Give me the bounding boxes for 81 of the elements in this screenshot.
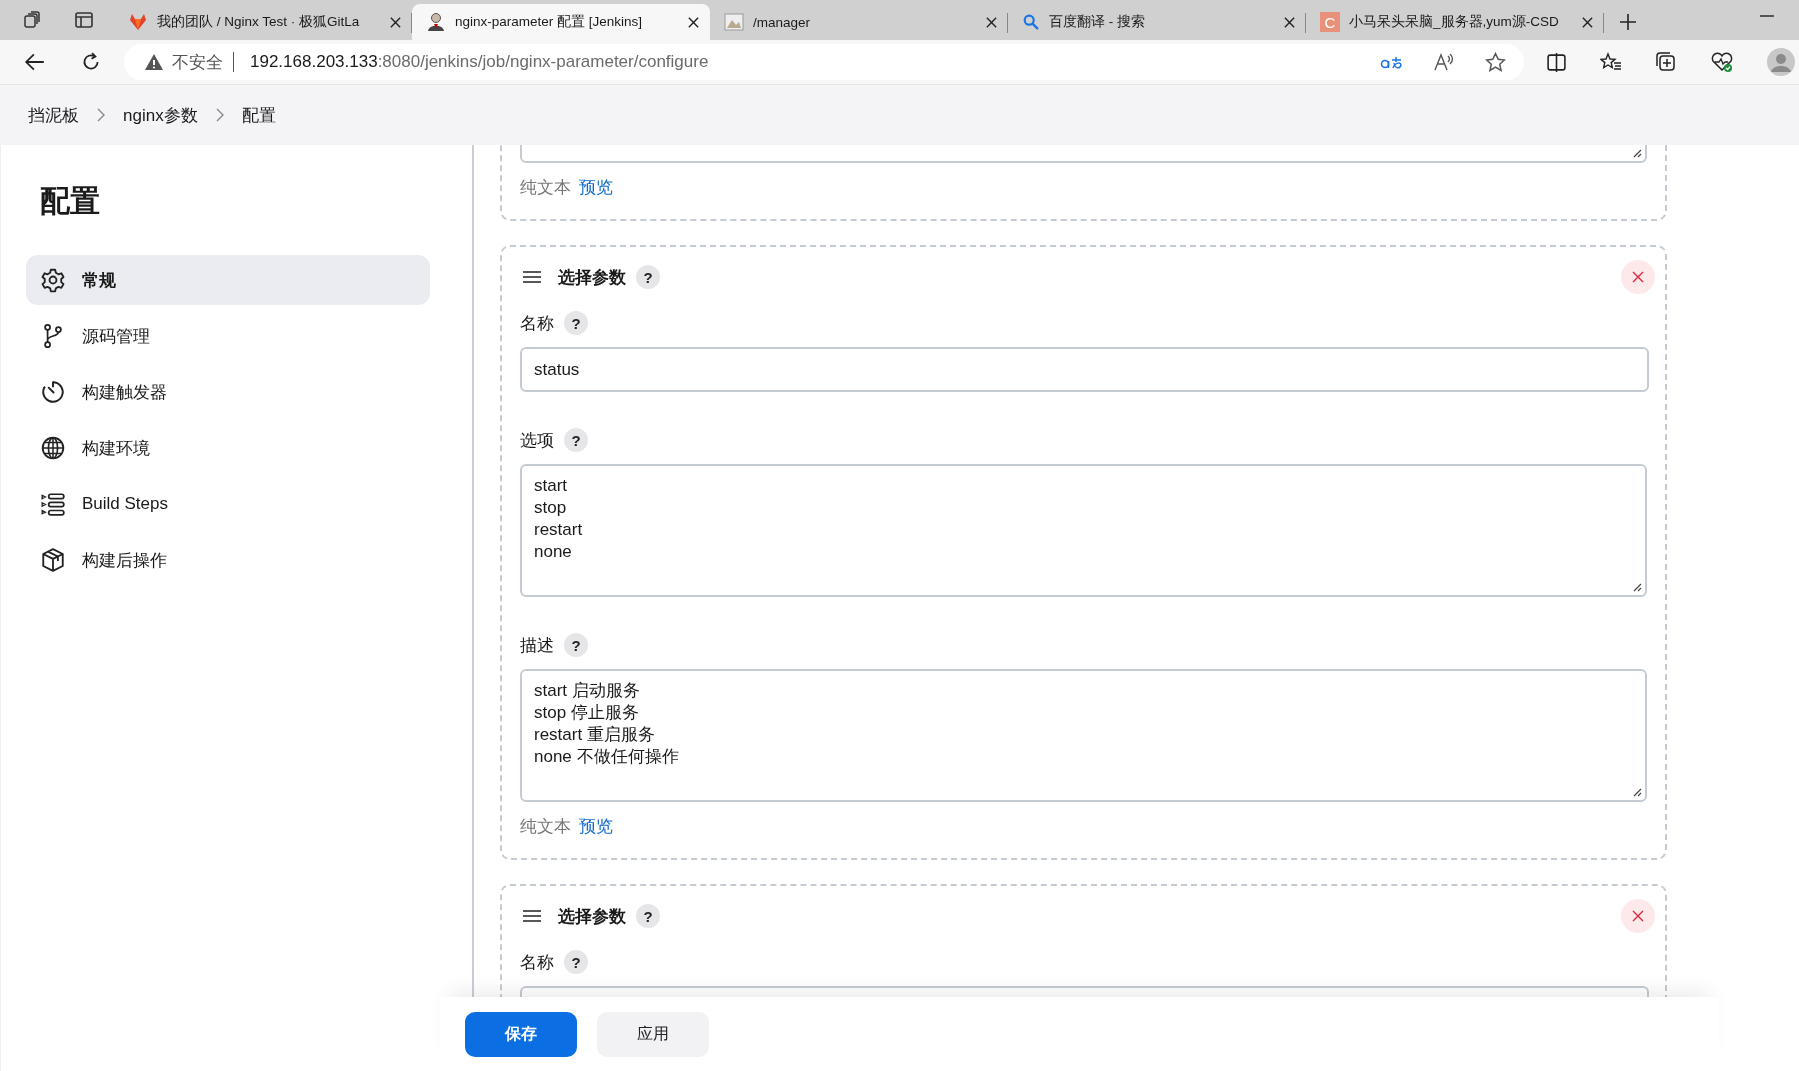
drag-handle-icon[interactable] xyxy=(522,909,542,923)
tab-actions-icon[interactable] xyxy=(74,10,94,30)
resize-grip-icon xyxy=(1632,582,1642,592)
help-button[interactable]: ? xyxy=(564,428,588,452)
browser-tab[interactable]: 百度翻译 - 搜索 xyxy=(1008,4,1306,40)
help-button[interactable]: ? xyxy=(636,265,660,289)
textarea-field[interactable]: start stop restart none xyxy=(520,464,1647,597)
collections-icon[interactable] xyxy=(1655,51,1677,73)
input-field[interactable]: status xyxy=(520,347,1649,392)
sidebar-item[interactable]: 构建后操作 xyxy=(26,535,430,585)
star-icon[interactable] xyxy=(1485,51,1506,73)
image-icon xyxy=(724,12,744,32)
parameter-title: 选择参数 xyxy=(558,266,626,289)
close-icon[interactable] xyxy=(1581,15,1594,29)
tab-title: 百度翻译 - 搜索 xyxy=(1049,13,1146,31)
gear-icon xyxy=(40,267,66,293)
sidebar-item[interactable]: 常规 xyxy=(26,255,430,305)
package-icon xyxy=(40,547,66,573)
resize-grip-icon xyxy=(1632,787,1642,797)
close-icon[interactable] xyxy=(687,15,700,29)
help-button[interactable]: ? xyxy=(564,950,588,974)
split-screen-icon[interactable] xyxy=(1546,51,1567,73)
preview-link[interactable]: 预览 xyxy=(579,814,613,838)
minimize-icon[interactable] xyxy=(1759,14,1775,18)
page-title: 配置 xyxy=(40,183,101,219)
sidebar-item[interactable]: Build Steps xyxy=(26,479,430,529)
list-icon xyxy=(40,491,66,517)
tab-title: 我的团队 / Nginx Test · 极狐GitLa xyxy=(157,13,361,31)
format-label: 纯文本 xyxy=(520,815,571,838)
drag-handle-icon[interactable] xyxy=(522,270,542,284)
health-icon[interactable] xyxy=(1710,51,1734,73)
tab-title: 小马呆头呆脑_服务器,yum源-CSD xyxy=(1349,13,1560,31)
apply-button[interactable]: 应用 xyxy=(597,1011,709,1057)
breadcrumb-link[interactable]: nginx参数 xyxy=(123,103,198,127)
person-icon xyxy=(426,12,446,32)
fox-icon xyxy=(128,12,148,32)
preview-link[interactable]: 预览 xyxy=(579,175,613,199)
tab-title: /manager xyxy=(753,14,812,30)
chevron-icon xyxy=(97,108,105,122)
breadcrumb-link[interactable]: 配置 xyxy=(241,103,276,127)
sidebar-item[interactable]: 构建触发器 xyxy=(26,367,430,417)
browser-tab[interactable]: C 小马呆头呆脑_服务器,yum源-CSD xyxy=(1306,4,1604,40)
warning-icon xyxy=(144,52,164,72)
favorites-icon[interactable] xyxy=(1600,52,1622,72)
new-tab-icon[interactable] xyxy=(1618,12,1638,32)
close-icon xyxy=(1632,271,1644,283)
format-label: 纯文本 xyxy=(520,176,571,199)
field-label: 选项 xyxy=(520,429,554,452)
browser-tab[interactable]: /manager xyxy=(710,4,1008,40)
read-aloud-icon[interactable] xyxy=(1433,52,1455,72)
site-icon: C xyxy=(1320,12,1340,32)
sidebar-item[interactable]: 源码管理 xyxy=(26,311,430,361)
close-icon[interactable] xyxy=(389,15,402,29)
browser-tab[interactable]: nginx-parameter 配置 [Jenkins] xyxy=(412,4,710,40)
address-field[interactable]: 不安全 192.168.203.133:8080/jenkins/job/nginx-parameter/configure xyxy=(124,44,1524,80)
help-button[interactable]: ? xyxy=(564,311,588,335)
back-icon[interactable] xyxy=(24,51,46,73)
security-label: 不安全 xyxy=(172,51,223,74)
close-icon[interactable] xyxy=(1283,15,1296,29)
close-icon xyxy=(1632,910,1644,922)
help-button[interactable]: ? xyxy=(636,904,660,928)
field-label: 名称 xyxy=(520,951,554,974)
timer-icon xyxy=(40,379,66,405)
field-label: 描述 xyxy=(520,634,554,657)
tab-title: nginx-parameter 配置 [Jenkins] xyxy=(455,13,644,31)
save-button[interactable]: 保存 xyxy=(465,1011,577,1057)
parameter-title: 选择参数 xyxy=(558,905,626,928)
avatar-icon[interactable] xyxy=(1767,48,1795,76)
resize-grip-icon xyxy=(1632,148,1642,158)
textarea-field[interactable]: start 启动服务 stop 停止服务 restart 重启服务 none 不做任何操作 xyxy=(520,669,1647,802)
url-text: 192.168.203.133:8080/jenkins/job/nginx-parameter/configure xyxy=(250,52,709,72)
chevron-icon xyxy=(215,108,224,122)
browser-tab[interactable]: 我的团队 / Nginx Test · 极狐GitLa xyxy=(114,4,412,40)
close-icon[interactable] xyxy=(985,15,998,29)
workspaces-icon[interactable] xyxy=(22,10,42,30)
search-icon xyxy=(1022,13,1040,31)
breadcrumb-link[interactable]: 挡泥板 xyxy=(28,103,79,127)
sidebar-item[interactable]: 构建环境 xyxy=(26,423,430,473)
globe-icon xyxy=(40,435,66,461)
field-label: 名称 xyxy=(520,312,554,335)
help-button[interactable]: ? xyxy=(564,633,588,657)
